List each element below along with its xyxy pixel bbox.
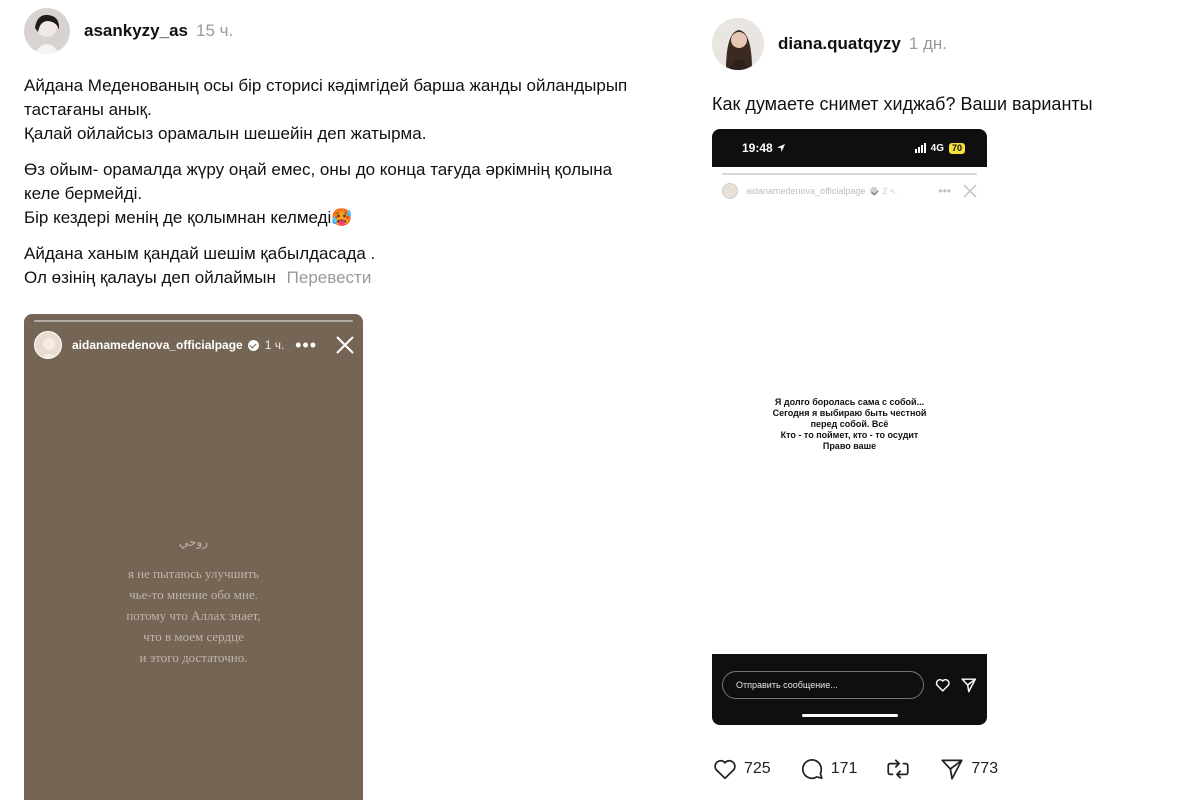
close-icon[interactable]	[335, 335, 355, 355]
heart-icon	[935, 678, 950, 692]
post-time: 15 ч.	[195, 21, 234, 40]
text-line: Бір кездері менің де қолымнан келмеді🥵	[24, 208, 353, 227]
repost-icon	[887, 759, 910, 779]
quote-line: что в моем сердце	[143, 629, 244, 644]
post-header: diana.quatqyzy 1 дн.	[712, 18, 1182, 70]
quote-line: я не пытаюсь улучшить	[127, 566, 260, 581]
story-header: aidanamedenova_officialpage 1 ч. •••	[34, 330, 355, 360]
avatar[interactable]	[24, 8, 70, 54]
story-text-line: Сегодня я выбираю быть честной	[772, 408, 927, 418]
avatar[interactable]	[712, 18, 764, 70]
quote-line: и этого достаточно.	[139, 650, 248, 665]
verified-icon	[870, 187, 879, 195]
text-line: Қалай ойлайсыз орамалын шешейін деп жаты…	[24, 124, 427, 143]
home-indicator	[802, 714, 898, 717]
post-time: 1 дн.	[908, 34, 948, 53]
reply-bar: Отправить сообщение...	[722, 671, 977, 699]
left-post: asankyzy_as 15 ч. Айдана Меденованың осы…	[24, 8, 704, 800]
status-clock: 19:48	[742, 141, 773, 155]
inner-story-header: aidanamedenova_officialpage 2 ч. •••	[722, 179, 977, 203]
username[interactable]: diana.quatqyzy	[778, 34, 901, 54]
story-text-line: Кто - то поймет, кто - то осудит	[780, 430, 919, 440]
share-count: 773	[971, 760, 999, 777]
inner-username: aidanamedenova_officialpage	[746, 186, 866, 196]
signal-icon	[914, 143, 926, 153]
share-button[interactable]: 773	[939, 756, 998, 782]
username[interactable]: asankyzy_as	[84, 21, 188, 41]
comment-button[interactable]: 171	[799, 756, 858, 782]
network-label: 4G	[930, 142, 944, 154]
story-image[interactable]: aidanamedenova_officialpage 1 ч. ••• روح…	[24, 314, 363, 800]
text-line: Өз ойым- орамалда жүру оңай емес, оны до…	[24, 160, 613, 179]
inner-time: 2 ч.	[882, 186, 898, 196]
action-bar: 725 171 773	[712, 756, 1026, 782]
translate-link[interactable]: Перевести	[287, 268, 372, 287]
quote-line: потому что Аллах знает,	[126, 608, 261, 623]
send-icon	[960, 678, 976, 693]
heart-icon	[714, 759, 736, 780]
repost-button[interactable]	[885, 756, 911, 782]
story-progress-bar	[34, 320, 353, 322]
story-text-line: перед собой. Всё	[810, 419, 889, 429]
battery-icon: 70	[948, 142, 965, 154]
text-line: тастағаны анық.	[24, 100, 152, 119]
send-icon	[941, 759, 964, 780]
text-line: келе бермейді.	[24, 184, 143, 203]
status-bar: 19:48 4G 70	[712, 129, 987, 167]
story-text-line: Право ваше	[822, 441, 877, 451]
story-text: Я долго боролась сама с собой... Сегодня…	[712, 397, 987, 452]
story-time: 1 ч.	[264, 338, 285, 352]
text-line: Айдана ханым қандай шешім қабылдасада .	[24, 244, 376, 263]
status-indicators: 4G 70	[914, 142, 965, 154]
story-username[interactable]: aidanamedenova_officialpage	[72, 338, 243, 352]
reply-input: Отправить сообщение...	[722, 671, 924, 699]
quote-line: чье-то мнение обо мне.	[129, 587, 258, 602]
comment-icon	[801, 759, 823, 780]
more-icon: •••	[938, 184, 951, 198]
paragraph: Айдана ханым қандай шешім қабылдасада . …	[24, 242, 704, 290]
story-avatar[interactable]	[34, 331, 62, 359]
post-caption: Как думаете снимет хиджаб? Ваши варианты	[712, 94, 1093, 114]
close-icon	[963, 184, 977, 198]
more-icon[interactable]: •••	[295, 336, 317, 354]
paragraph: Айдана Меденованың осы бір сторисі кәдім…	[24, 74, 704, 146]
story-screen: aidanamedenova_officialpage 2 ч. ••• Я д…	[712, 167, 987, 654]
arabic-text: روحي	[178, 535, 208, 549]
post-text: Айдана Меденованың осы бір сторисі кәдім…	[24, 74, 704, 290]
verified-icon	[247, 339, 259, 351]
paragraph: Өз ойым- орамалда жүру оңай емес, оны до…	[24, 158, 704, 230]
inner-avatar	[722, 183, 738, 199]
story-quote: روحي я не пытаюсь улучшить чье-то мнение…	[24, 532, 363, 668]
story-progress-bar	[722, 173, 977, 175]
like-count: 725	[744, 760, 771, 777]
story-text-line: Я долго боролась сама с собой...	[774, 397, 925, 407]
like-button[interactable]: 725	[712, 756, 771, 782]
story-screenshot[interactable]: 19:48 4G 70 aidanamedenova_officialpage …	[712, 129, 987, 725]
text-line: Ол өзінің қалауы деп ойлаймын	[24, 268, 276, 287]
comment-count: 171	[830, 760, 858, 777]
right-post: diana.quatqyzy 1 дн. Как думаете снимет …	[712, 18, 1182, 798]
location-arrow-icon	[776, 144, 785, 152]
text-line: Айдана Меденованың осы бір сторисі кәдім…	[24, 76, 628, 95]
post-header: asankyzy_as 15 ч.	[24, 8, 704, 54]
